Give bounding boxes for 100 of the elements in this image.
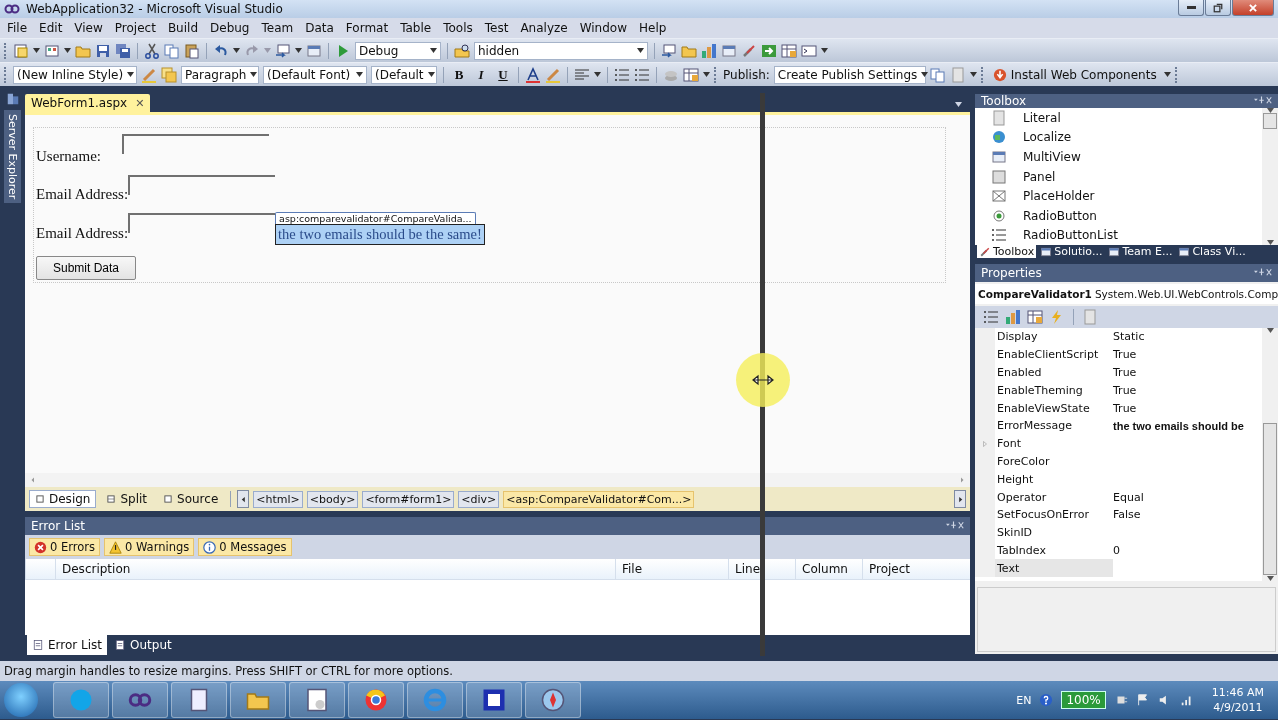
property-value[interactable]: the two emails should be [1113,419,1262,432]
scroll-thumb[interactable] [1263,423,1277,575]
underline-button[interactable]: U [494,66,512,83]
style-dropdown[interactable]: (New Inline Style) [13,65,137,84]
window-icon[interactable] [721,42,737,59]
flag-icon[interactable] [1135,693,1150,707]
menu-item[interactable]: Window [574,20,634,36]
navigate-icon[interactable] [661,42,677,59]
navigate-icon[interactable] [275,42,291,59]
chart-icon[interactable] [1005,309,1021,325]
menu-item[interactable]: Tools [438,20,480,36]
caret-icon[interactable] [64,48,71,53]
tool-window-tab[interactable]: Solutio... [1038,245,1105,259]
caret-icon[interactable] [427,72,435,77]
column-header[interactable]: Column [795,559,862,579]
publish-dropdown[interactable]: Create Publish Settings [773,65,926,84]
taskbar-app[interactable] [466,682,522,718]
menu-item[interactable]: Analyze [515,20,575,36]
caret-icon[interactable] [821,48,828,53]
help-icon[interactable] [1039,693,1054,707]
caret-icon[interactable] [33,48,40,53]
object-selector[interactable]: CompareValidator1 System.Web.UI.WebControls.Comp [975,284,1278,304]
breadcrumb-tag[interactable]: <html> [253,490,303,508]
next-button[interactable] [954,490,966,508]
window-icon[interactable] [306,42,322,59]
install-web-components-button[interactable]: Install Web Components [989,66,1160,83]
copy-icon[interactable] [164,42,180,59]
font-color-icon[interactable] [525,66,541,83]
caret-icon[interactable] [356,72,363,77]
breadcrumb-tag[interactable]: <body> [306,490,359,508]
menu-item[interactable]: Test [479,20,516,36]
toolbox-item[interactable]: RadioButtonList [1023,228,1118,243]
table-icon[interactable] [781,42,797,59]
menu-item[interactable]: View [69,20,110,36]
chart-icon[interactable] [701,42,717,59]
property-value[interactable]: Static [1113,330,1262,344]
property-value[interactable]: False [1113,508,1262,522]
table-icon[interactable] [683,66,699,83]
property-name[interactable]: Height [995,470,1113,489]
list-icon[interactable] [634,66,650,83]
menu-item[interactable]: Data [300,20,341,36]
menu-item[interactable]: Help [634,20,674,36]
property-name[interactable]: Enabled [995,363,1113,382]
submit-button[interactable]: Submit Data [36,256,137,280]
caret-icon[interactable] [127,72,135,77]
clock-date[interactable]: 4/9/2011 [1213,701,1263,714]
property-name[interactable]: TabIndex [995,541,1113,560]
toolbox-item[interactable]: Localize [1023,130,1072,145]
previous-button[interactable] [237,490,250,508]
console-icon[interactable] [801,42,817,59]
column-header[interactable]: Project [862,559,970,579]
property-name[interactable]: EnableTheming [995,381,1113,400]
menu-item[interactable]: Debug [205,20,257,36]
property-name[interactable]: ForeColor [995,452,1113,471]
font-dropdown[interactable]: (Default Font) [263,65,367,84]
tool-window-tab[interactable]: Toolbox [977,245,1037,259]
caret-icon[interactable] [594,72,601,77]
configuration-dropdown[interactable]: Debug [355,41,441,60]
minimize-button[interactable] [1178,0,1204,16]
view-tab[interactable]: Design [29,490,97,508]
toolbox-item[interactable]: RadioButton [1023,208,1097,223]
property-value[interactable]: True [1113,348,1262,362]
filter-button[interactable]: 0 Errors [29,538,100,556]
toolbox-item[interactable]: Panel [1023,169,1056,184]
language-indicator[interactable]: EN [1016,693,1032,707]
caret-icon[interactable] [955,102,962,107]
clock-time[interactable]: 11:46 AM [1211,686,1264,699]
taskbar-app[interactable] [112,682,168,718]
toolbox-item[interactable]: PlaceHolder [1023,189,1095,204]
caret-icon[interactable] [921,72,929,77]
breadcrumb-tag[interactable]: <asp:CompareValidator#Com...> [503,490,695,508]
save-icon[interactable] [95,42,111,59]
tool-window-tab[interactable]: Output [109,635,177,655]
arrow-box-icon[interactable] [761,42,777,59]
caret-icon[interactable] [250,72,258,77]
menu-item[interactable]: Build [162,20,205,36]
column-header[interactable]: Description [55,559,615,579]
table-icon[interactable] [1027,309,1043,325]
find-icon[interactable] [454,42,470,59]
scroll-right-icon[interactable] [958,476,966,484]
property-value[interactable]: Equal [1113,490,1262,504]
block-format-dropdown[interactable]: Paragraph [181,65,259,84]
scroll-thumb[interactable] [1263,113,1277,129]
cut-icon[interactable] [144,42,160,59]
list-icon[interactable] [614,66,630,83]
font-size-dropdown[interactable]: (Default [371,65,437,84]
menu-item[interactable]: Table [395,20,439,36]
tool-window-tab[interactable]: Team E... [1106,245,1175,259]
property-name[interactable]: EnableViewState [995,399,1113,417]
close-button[interactable] [1232,0,1274,16]
list-icon[interactable] [983,309,999,325]
caret-icon[interactable] [1163,72,1171,77]
caret-icon[interactable] [295,48,302,53]
breadcrumb-tag[interactable]: <form#form1> [362,490,455,508]
property-name[interactable]: SetFocusOnError [995,505,1113,524]
text-field[interactable] [122,134,269,154]
column-header[interactable]: File [615,559,728,579]
bold-button[interactable]: B [450,66,468,83]
menu-item[interactable]: File [2,20,35,36]
view-tab[interactable]: Split [100,490,154,508]
